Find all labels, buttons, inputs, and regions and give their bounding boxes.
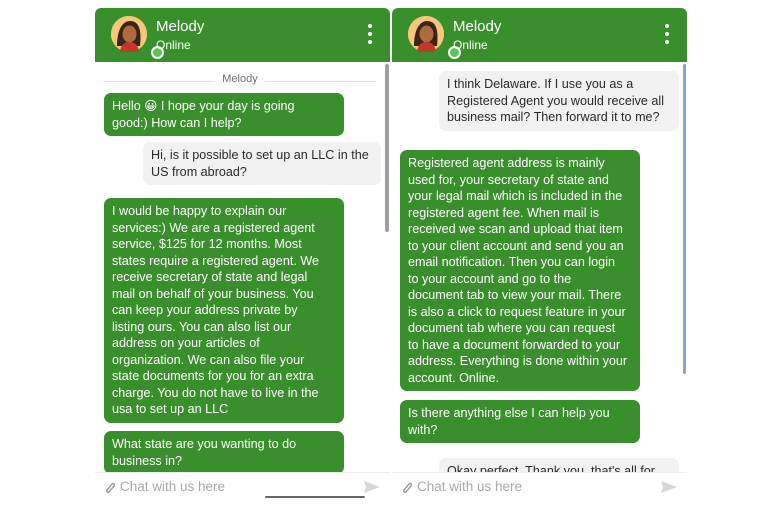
kebab-menu-icon[interactable]	[364, 24, 376, 44]
date-separator: Melody	[104, 73, 376, 89]
chat-composer: Chat with us here	[95, 472, 390, 498]
kebab-menu-icon[interactable]	[661, 24, 673, 44]
user-message: Hi, is it possible to set up an LLC in t…	[143, 142, 381, 185]
agent-message: What state are you wanting to do busines…	[104, 431, 344, 472]
agent-message: Hello 😀 I hope your day is going good:) …	[104, 93, 344, 136]
message-list: I think Delaware. If I use you as a Regi…	[392, 62, 687, 472]
scrollbar-thumb[interactable]	[683, 64, 686, 374]
send-icon[interactable]	[660, 480, 678, 494]
agent-name: Melody	[156, 18, 205, 35]
user-message: I think Delaware. If I use you as a Regi…	[439, 71, 679, 131]
scrollbar-thumb[interactable]	[385, 64, 389, 232]
chat-widget-left: Melody Online Melody Hello 😀 I hope your…	[95, 8, 390, 498]
send-icon[interactable]	[363, 480, 381, 494]
paperclip-icon[interactable]	[104, 481, 116, 495]
agent-message: Registered agent address is mainly used …	[400, 150, 640, 391]
user-message: Okay perfect. Thank you, that's all for	[439, 458, 679, 472]
message-input[interactable]: Chat with us here	[120, 479, 225, 494]
agent-status: Online	[453, 38, 488, 52]
message-input[interactable]: Chat with us here	[417, 479, 522, 494]
message-list: Melody Hello 😀 I hope your day is going …	[95, 62, 390, 472]
chat-widget-right: Melody Online I think Delaware. If I use…	[392, 8, 687, 498]
agent-message: Is there anything else I can help you wi…	[400, 400, 640, 443]
input-underline	[265, 496, 365, 498]
chat-screenshots: Melody Online Melody Hello 😀 I hope your…	[0, 0, 780, 510]
chat-composer: Chat with us here	[392, 472, 687, 498]
paperclip-icon[interactable]	[401, 481, 413, 495]
separator-label: Melody	[214, 73, 266, 85]
agent-name: Melody	[453, 18, 502, 35]
agent-avatar-icon	[408, 16, 461, 59]
chat-header: Melody Online	[392, 8, 687, 62]
agent-avatar-icon	[111, 16, 164, 59]
agent-message: I would be happy to explain our services…	[104, 198, 344, 423]
agent-status: Online	[156, 38, 191, 52]
chat-header: Melody Online	[95, 8, 390, 62]
